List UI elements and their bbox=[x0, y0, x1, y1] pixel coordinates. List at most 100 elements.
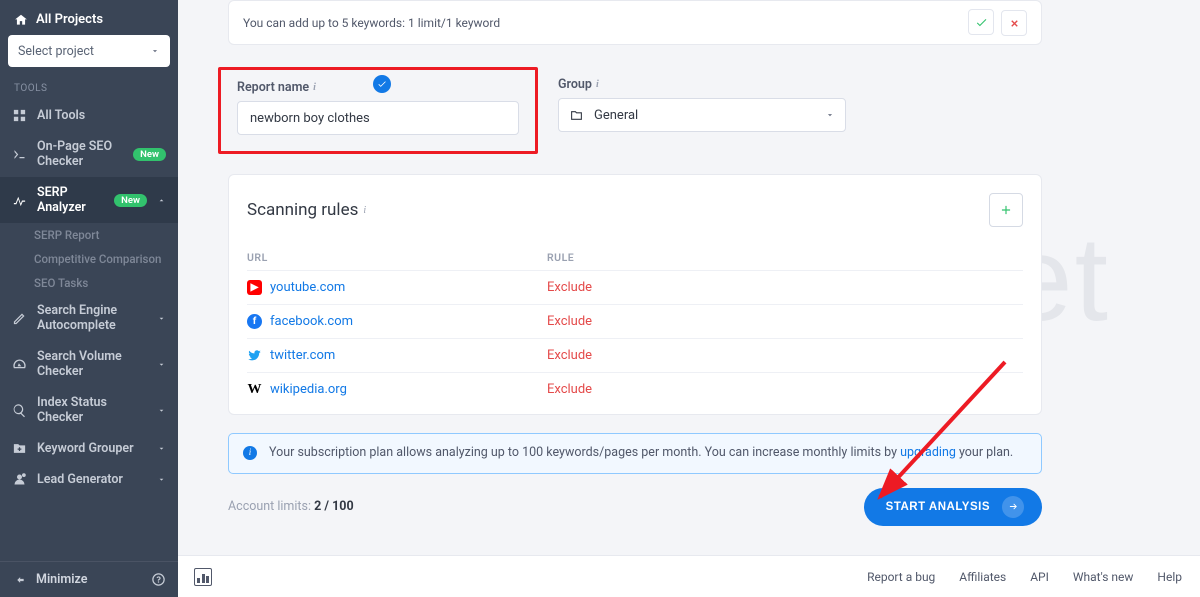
rule-value: Exclude bbox=[547, 382, 592, 397]
report-name-input[interactable] bbox=[237, 101, 519, 135]
account-limits: Account limits: 2 / 100 bbox=[228, 499, 354, 514]
gauge-icon bbox=[12, 357, 27, 372]
youtube-icon: ▶ bbox=[247, 280, 262, 295]
confirm-keywords-button[interactable] bbox=[968, 9, 994, 35]
chevron-down-icon bbox=[825, 110, 835, 120]
sidebar-item-lead-generator[interactable]: Lead Generator bbox=[0, 464, 178, 495]
rule-value: Exclude bbox=[547, 348, 592, 363]
search-icon bbox=[12, 403, 27, 418]
all-projects-label: All Projects bbox=[36, 12, 103, 27]
chevron-down-icon bbox=[157, 444, 166, 453]
sidebar-item-serp-analyzer[interactable]: SERP Analyzer New bbox=[0, 177, 178, 223]
check-icon bbox=[975, 16, 988, 29]
url-link[interactable]: twitter.com bbox=[270, 348, 335, 363]
clear-keywords-button[interactable] bbox=[1001, 10, 1027, 36]
notice-text: Your subscription plan allows analyzing … bbox=[269, 444, 1013, 463]
sidebar-item-label: Search Volume Checker bbox=[37, 349, 147, 379]
url-link[interactable]: youtube.com bbox=[270, 280, 345, 295]
footer: Report a bug Affiliates API What's new H… bbox=[178, 555, 1200, 597]
table-row: twitter.com Exclude bbox=[247, 339, 1023, 373]
check-icon bbox=[377, 79, 387, 89]
add-rule-button[interactable] bbox=[989, 193, 1023, 227]
table-header: URL RULE bbox=[247, 245, 1023, 271]
group-select[interactable]: General bbox=[558, 98, 846, 132]
report-row: Report name i Group i General bbox=[178, 67, 1200, 154]
sidebar-item-all-tools[interactable]: All Tools bbox=[0, 100, 178, 131]
twitter-icon bbox=[247, 348, 262, 363]
info-icon: i bbox=[243, 446, 257, 460]
chevron-down-icon bbox=[150, 46, 160, 56]
analyzer-icon bbox=[12, 193, 27, 208]
action-row: Account limits: 2 / 100 START ANALYSIS bbox=[228, 488, 1042, 526]
all-projects-link[interactable]: All Projects bbox=[8, 8, 170, 35]
sub-item-competitive[interactable]: Competitive Comparison bbox=[0, 247, 178, 271]
rule-value: Exclude bbox=[547, 314, 592, 329]
footer-link-report-bug[interactable]: Report a bug bbox=[867, 570, 935, 584]
info-icon[interactable]: i bbox=[596, 79, 599, 90]
sidebar-item-label: Keyword Grouper bbox=[37, 441, 147, 456]
facebook-icon: f bbox=[247, 314, 262, 329]
chevron-up-icon bbox=[157, 196, 166, 205]
start-analysis-button[interactable]: START ANALYSIS bbox=[864, 488, 1042, 526]
plan-notice: i Your subscription plan allows analyzin… bbox=[228, 433, 1042, 474]
rule-value: Exclude bbox=[547, 280, 592, 295]
sidebar-item-label: Search Engine Autocomplete bbox=[37, 303, 147, 333]
group-label: Group i bbox=[558, 77, 846, 92]
new-badge: New bbox=[114, 194, 147, 207]
sidebar-item-keyword-grouper[interactable]: Keyword Grouper bbox=[0, 433, 178, 464]
scanning-rules-card: Scanning rules i URL RULE ▶ youtube.com bbox=[228, 174, 1042, 415]
footer-link-whatsnew[interactable]: What's new bbox=[1073, 570, 1134, 584]
th-url: URL bbox=[247, 251, 547, 264]
home-icon bbox=[14, 13, 28, 27]
sidebar-item-autocomplete[interactable]: Search Engine Autocomplete bbox=[0, 295, 178, 341]
main-area: You can add up to 5 keywords: 1 limit/1 … bbox=[178, 0, 1200, 597]
logo-icon[interactable] bbox=[194, 568, 212, 586]
project-select-placeholder: Select project bbox=[18, 44, 94, 59]
sidebar-item-label: Index Status Checker bbox=[37, 395, 147, 425]
info-icon[interactable]: i bbox=[363, 205, 366, 216]
upgrade-link[interactable]: upgrading bbox=[900, 445, 956, 460]
sub-item-seo-tasks[interactable]: SEO Tasks bbox=[0, 271, 178, 295]
sidebar-item-label: Lead Generator bbox=[37, 472, 147, 487]
chevron-down-icon bbox=[157, 360, 166, 369]
edit-icon bbox=[12, 311, 27, 326]
arrow-circle-icon bbox=[1002, 496, 1024, 518]
url-link[interactable]: wikipedia.org bbox=[270, 382, 347, 397]
minimize-label[interactable]: Minimize bbox=[36, 572, 141, 587]
sidebar-item-index-status[interactable]: Index Status Checker bbox=[0, 387, 178, 433]
footer-link-help[interactable]: Help bbox=[1157, 570, 1182, 584]
sidebar-item-onpage-seo[interactable]: On-Page SEO Checker New bbox=[0, 131, 178, 177]
chevron-down-icon bbox=[157, 406, 166, 415]
close-icon bbox=[1009, 18, 1020, 29]
table-row: ▶ youtube.com Exclude bbox=[247, 271, 1023, 305]
wikipedia-icon: W bbox=[247, 382, 262, 397]
chevron-down-icon bbox=[157, 314, 166, 323]
sub-item-serp-report[interactable]: SERP Report bbox=[0, 223, 178, 247]
sidebar: All Projects Select project TOOLS All To… bbox=[0, 0, 178, 597]
arrow-left-icon[interactable] bbox=[12, 573, 26, 587]
keywords-hint-card: You can add up to 5 keywords: 1 limit/1 … bbox=[228, 0, 1042, 45]
sidebar-item-label: All Tools bbox=[37, 108, 166, 123]
group-column: Group i General bbox=[558, 67, 846, 132]
sidebar-item-label: On-Page SEO Checker bbox=[37, 139, 123, 169]
url-link[interactable]: facebook.com bbox=[270, 314, 353, 329]
folder-icon bbox=[569, 109, 584, 122]
table-row: f facebook.com Exclude bbox=[247, 305, 1023, 339]
terminal-icon bbox=[12, 147, 27, 162]
sidebar-item-search-volume[interactable]: Search Volume Checker bbox=[0, 341, 178, 387]
chevron-down-icon bbox=[157, 475, 166, 484]
sidebar-item-label: SERP Analyzer bbox=[37, 185, 104, 215]
new-badge: New bbox=[133, 148, 166, 161]
keywords-hint-text: You can add up to 5 keywords: 1 limit/1 … bbox=[243, 16, 500, 30]
scanning-title: Scanning rules i bbox=[247, 200, 366, 220]
footer-link-api[interactable]: API bbox=[1030, 570, 1049, 584]
help-icon[interactable] bbox=[151, 572, 166, 587]
footer-link-affiliates[interactable]: Affiliates bbox=[959, 570, 1006, 584]
rules-table: URL RULE ▶ youtube.com Exclude f faceboo… bbox=[247, 245, 1023, 406]
project-select[interactable]: Select project bbox=[8, 35, 170, 67]
info-icon[interactable]: i bbox=[313, 82, 316, 93]
folder-plus-icon bbox=[12, 441, 27, 456]
grid-icon bbox=[12, 108, 27, 123]
plus-icon bbox=[999, 203, 1013, 217]
tools-section-label: TOOLS bbox=[0, 69, 178, 100]
